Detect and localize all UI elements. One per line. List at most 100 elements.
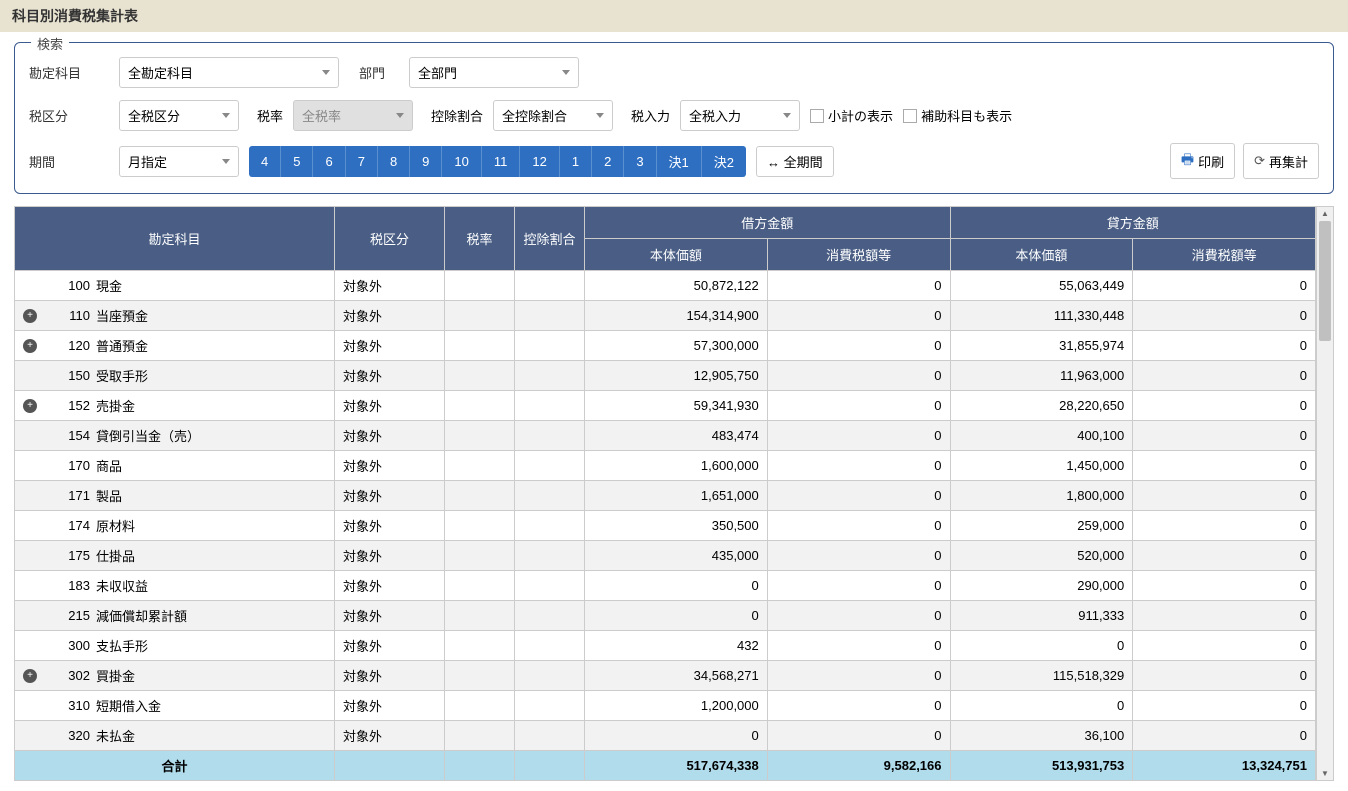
taxinput-select[interactable]: 全税入力 [680, 100, 800, 131]
deduction-select[interactable]: 全控除割合 [493, 100, 613, 131]
account-code: 170 [41, 458, 96, 473]
month-tab-6[interactable]: 6 [313, 146, 345, 177]
th-debit-body: 本体価額 [585, 239, 768, 271]
th-deduction: 控除割合 [515, 207, 585, 271]
account-name: 製品 [96, 486, 122, 505]
table-row[interactable]: 175仕掛品対象外435,0000520,0000 [15, 541, 1316, 571]
account-name: 貸倒引当金（売） [96, 426, 200, 445]
account-code: 120 [41, 338, 96, 353]
account-name: 仕掛品 [96, 546, 135, 565]
total-credit-body: 513,931,753 [950, 751, 1133, 781]
account-code: 302 [41, 668, 96, 683]
table-row[interactable]: +110当座預金対象外154,314,9000111,330,4480 [15, 301, 1316, 331]
month-tab-9[interactable]: 9 [410, 146, 442, 177]
refresh-icon: ⟳ [1254, 153, 1265, 169]
table-row[interactable]: 183未収収益対象外00290,0000 [15, 571, 1316, 601]
period-label: 期間 [29, 152, 109, 171]
month-tab-決2[interactable]: 決2 [702, 146, 746, 177]
table-row[interactable]: +302買掛金対象外34,568,2710115,518,3290 [15, 661, 1316, 691]
table-row[interactable]: +120普通預金対象外57,300,000031,855,9740 [15, 331, 1316, 361]
taxclass-select[interactable]: 全税区分 [119, 100, 239, 131]
month-tab-5[interactable]: 5 [281, 146, 313, 177]
show-subacct-checkbox[interactable]: 補助科目も表示 [903, 106, 1012, 125]
total-debit-body: 517,674,338 [585, 751, 768, 781]
table-row[interactable]: 320未払金対象外0036,1000 [15, 721, 1316, 751]
account-code: 110 [41, 308, 96, 323]
scrollbar-thumb[interactable] [1319, 221, 1331, 341]
account-name: 支払手形 [96, 636, 148, 655]
all-period-button[interactable]: ↔ 全期間 [756, 146, 834, 177]
th-debit: 借方金額 [585, 207, 951, 239]
th-credit: 貸方金額 [950, 207, 1316, 239]
table-row[interactable]: 300支払手形対象外432000 [15, 631, 1316, 661]
account-code: 174 [41, 518, 96, 533]
table-row[interactable]: 100現金対象外50,872,122055,063,4490 [15, 271, 1316, 301]
account-code: 183 [41, 578, 96, 593]
search-legend: 検索 [31, 34, 69, 53]
account-name: 売掛金 [96, 396, 135, 415]
search-panel: 検索 勘定科目 全勘定科目 部門 全部門 税区分 全税区分 税率 全税率 控除割… [14, 42, 1334, 194]
expand-icon[interactable]: + [23, 669, 37, 683]
account-name: 受取手形 [96, 366, 148, 385]
table-row[interactable]: 215減価償却累計額対象外00911,3330 [15, 601, 1316, 631]
month-tab-12[interactable]: 12 [520, 146, 559, 177]
recalc-button[interactable]: ⟳再集計 [1243, 143, 1319, 179]
period-select[interactable]: 月指定 [119, 146, 239, 177]
account-select[interactable]: 全勘定科目 [119, 57, 339, 88]
account-name: 未払金 [96, 726, 135, 745]
account-code: 152 [41, 398, 96, 413]
dept-select[interactable]: 全部門 [409, 57, 579, 88]
th-debit-tax: 消費税額等 [767, 239, 950, 271]
account-code: 215 [41, 608, 96, 623]
chevron-down-icon [562, 70, 570, 75]
month-tab-4[interactable]: 4 [249, 146, 281, 177]
th-credit-tax: 消費税額等 [1133, 239, 1316, 271]
page-title: 科目別消費税集計表 [0, 0, 1348, 32]
taxclass-label: 税区分 [29, 106, 109, 125]
month-tabs: 456789101112123決1決2 [249, 146, 746, 177]
total-label: 合計 [15, 751, 335, 781]
th-taxclass: 税区分 [335, 207, 445, 271]
month-tab-10[interactable]: 10 [442, 146, 481, 177]
scroll-up-icon[interactable]: ▲ [1317, 209, 1333, 218]
rate-label: 税率 [257, 106, 283, 125]
account-code: 154 [41, 428, 96, 443]
rate-select: 全税率 [293, 100, 413, 131]
scroll-down-icon[interactable]: ▼ [1317, 769, 1333, 778]
month-tab-8[interactable]: 8 [378, 146, 410, 177]
expand-icon[interactable]: + [23, 339, 37, 353]
table-row[interactable]: 150受取手形対象外12,905,750011,963,0000 [15, 361, 1316, 391]
table-row[interactable]: 174原材料対象外350,5000259,0000 [15, 511, 1316, 541]
scrollbar[interactable]: ▲ ▼ [1316, 206, 1334, 781]
print-button[interactable]: 🖶印刷 [1170, 143, 1235, 179]
month-tab-7[interactable]: 7 [346, 146, 378, 177]
month-tab-決1[interactable]: 決1 [657, 146, 702, 177]
table-row[interactable]: 310短期借入金対象外1,200,000000 [15, 691, 1316, 721]
table-row[interactable]: +152売掛金対象外59,341,930028,220,6500 [15, 391, 1316, 421]
account-name: 減価償却累計額 [96, 606, 187, 625]
print-icon: 🖶 [1181, 149, 1194, 173]
month-tab-2[interactable]: 2 [592, 146, 624, 177]
tax-table: 勘定科目 税区分 税率 控除割合 借方金額 貸方金額 本体価額 消費税額等 本体… [14, 206, 1316, 781]
account-code: 300 [41, 638, 96, 653]
account-name: 商品 [96, 456, 122, 475]
account-code: 320 [41, 728, 96, 743]
table-row[interactable]: 171製品対象外1,651,00001,800,0000 [15, 481, 1316, 511]
account-name: 買掛金 [96, 666, 135, 685]
deduction-label: 控除割合 [431, 106, 483, 125]
show-subtotal-checkbox[interactable]: 小計の表示 [810, 106, 893, 125]
account-label: 勘定科目 [29, 63, 109, 82]
month-tab-3[interactable]: 3 [624, 146, 656, 177]
th-account: 勘定科目 [15, 207, 335, 271]
account-name: 原材料 [96, 516, 135, 535]
account-name: 未収収益 [96, 576, 148, 595]
table-row[interactable]: 154貸倒引当金（売）対象外483,4740400,1000 [15, 421, 1316, 451]
expand-icon[interactable]: + [23, 399, 37, 413]
account-code: 150 [41, 368, 96, 383]
table-row[interactable]: 170商品対象外1,600,00001,450,0000 [15, 451, 1316, 481]
dept-label: 部門 [359, 63, 399, 82]
account-name: 当座預金 [96, 306, 148, 325]
month-tab-1[interactable]: 1 [560, 146, 592, 177]
month-tab-11[interactable]: 11 [482, 146, 521, 177]
expand-icon[interactable]: + [23, 309, 37, 323]
